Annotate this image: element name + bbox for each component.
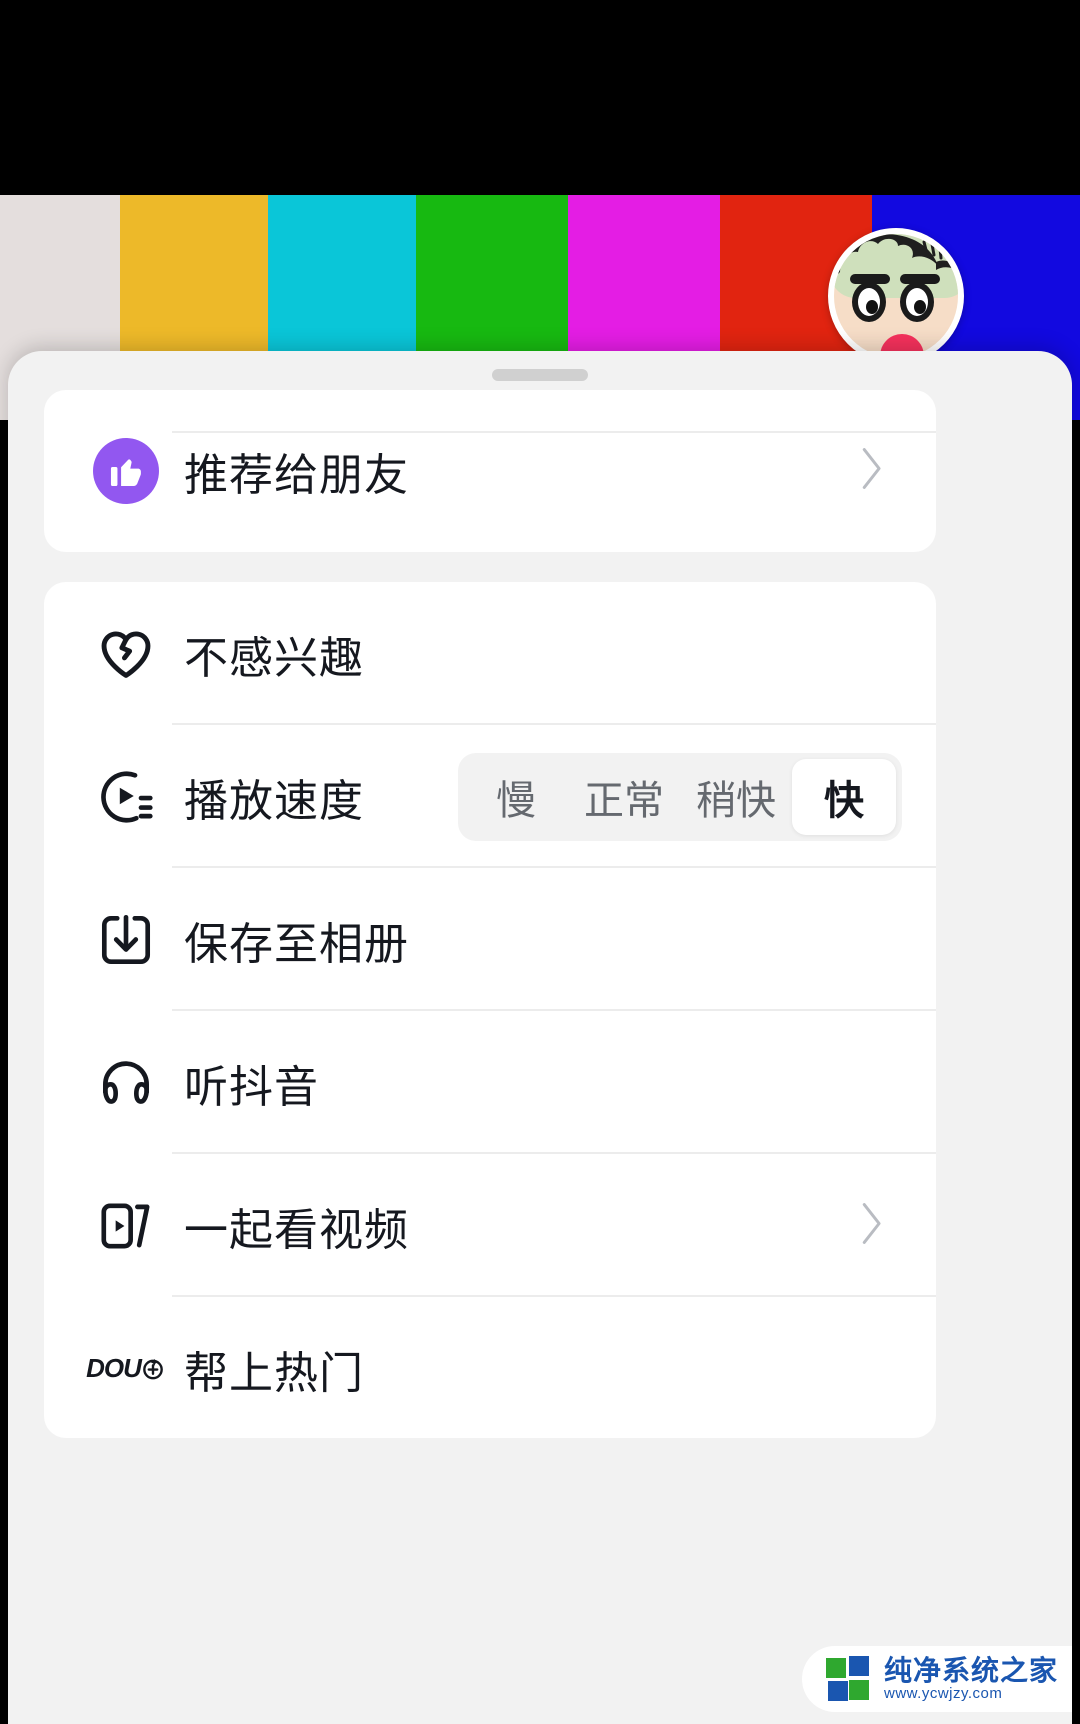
chevron-right-icon — [854, 442, 888, 501]
download-icon — [88, 909, 164, 971]
menu-item-not-interested[interactable]: 不感兴趣 — [44, 582, 936, 725]
watermark-url: www.ycwjzy.com — [883, 1685, 1003, 1703]
drag-handle[interactable] — [492, 369, 588, 381]
avatar-eye-left — [852, 282, 886, 322]
dou-plus-icon: DOU — [86, 1353, 164, 1384]
main-section-card: 不感兴趣 播放速度 慢 正常 稍快 快 保存至相册 听抖音 一起看视频 DOU … — [44, 582, 936, 1438]
dou-plus-wordmark: DOU — [86, 1353, 142, 1383]
menu-item-recommend-to-friends[interactable]: 推荐给朋友 — [44, 390, 936, 552]
menu-item-label: 帮上热门 — [184, 1348, 364, 1398]
menu-item-label: 一起看视频 — [184, 1205, 409, 1255]
share-section-card: 推荐给朋友 — [44, 390, 936, 552]
menu-item-playback-speed[interactable]: 播放速度 慢 正常 稍快 快 — [44, 725, 936, 868]
action-sheet: 推荐给朋友 不感兴趣 播放速度 慢 正常 稍快 快 保存至相册 听抖音 一起看视… — [8, 351, 1072, 1724]
phone-screen: 推荐给朋友 不感兴趣 播放速度 慢 正常 稍快 快 保存至相册 听抖音 一起看视… — [0, 0, 1080, 1724]
site-watermark: 纯净系统之家 www.ycwjzy.com — [801, 1646, 1072, 1712]
avatar-eye-right — [900, 282, 934, 322]
speed-option-normal[interactable]: 正常 — [568, 759, 680, 835]
thumbs-up-icon — [88, 438, 164, 504]
menu-item-label: 播放速度 — [184, 776, 364, 826]
headphones-icon — [88, 1052, 164, 1114]
play-speed-icon — [88, 766, 164, 828]
speed-option-faster[interactable]: 稍快 — [680, 759, 792, 835]
watch-together-icon — [88, 1195, 164, 1257]
menu-item-label: 不感兴趣 — [184, 633, 364, 683]
menu-item-save-to-album[interactable]: 保存至相册 — [44, 868, 936, 1011]
speed-option-slow[interactable]: 慢 — [464, 759, 568, 835]
avatar[interactable] — [828, 228, 964, 364]
menu-item-label: 推荐给朋友 — [184, 451, 409, 500]
menu-item-listen-douyin[interactable]: 听抖音 — [44, 1011, 936, 1154]
menu-item-boost-trending[interactable]: DOU 帮上热门 — [44, 1297, 936, 1440]
chevron-right-icon — [854, 1196, 888, 1255]
menu-item-watch-together[interactable]: 一起看视频 — [44, 1154, 936, 1297]
windows-squares-icon — [825, 1656, 872, 1702]
menu-item-label: 保存至相册 — [184, 919, 409, 969]
menu-item-label: 听抖音 — [184, 1062, 319, 1112]
broken-heart-icon — [88, 623, 164, 685]
speed-option-fast[interactable]: 快 — [792, 758, 896, 835]
watermark-title: 纯净系统之家 — [883, 1654, 1058, 1686]
playback-speed-selector[interactable]: 慢 正常 稍快 快 — [458, 752, 902, 841]
